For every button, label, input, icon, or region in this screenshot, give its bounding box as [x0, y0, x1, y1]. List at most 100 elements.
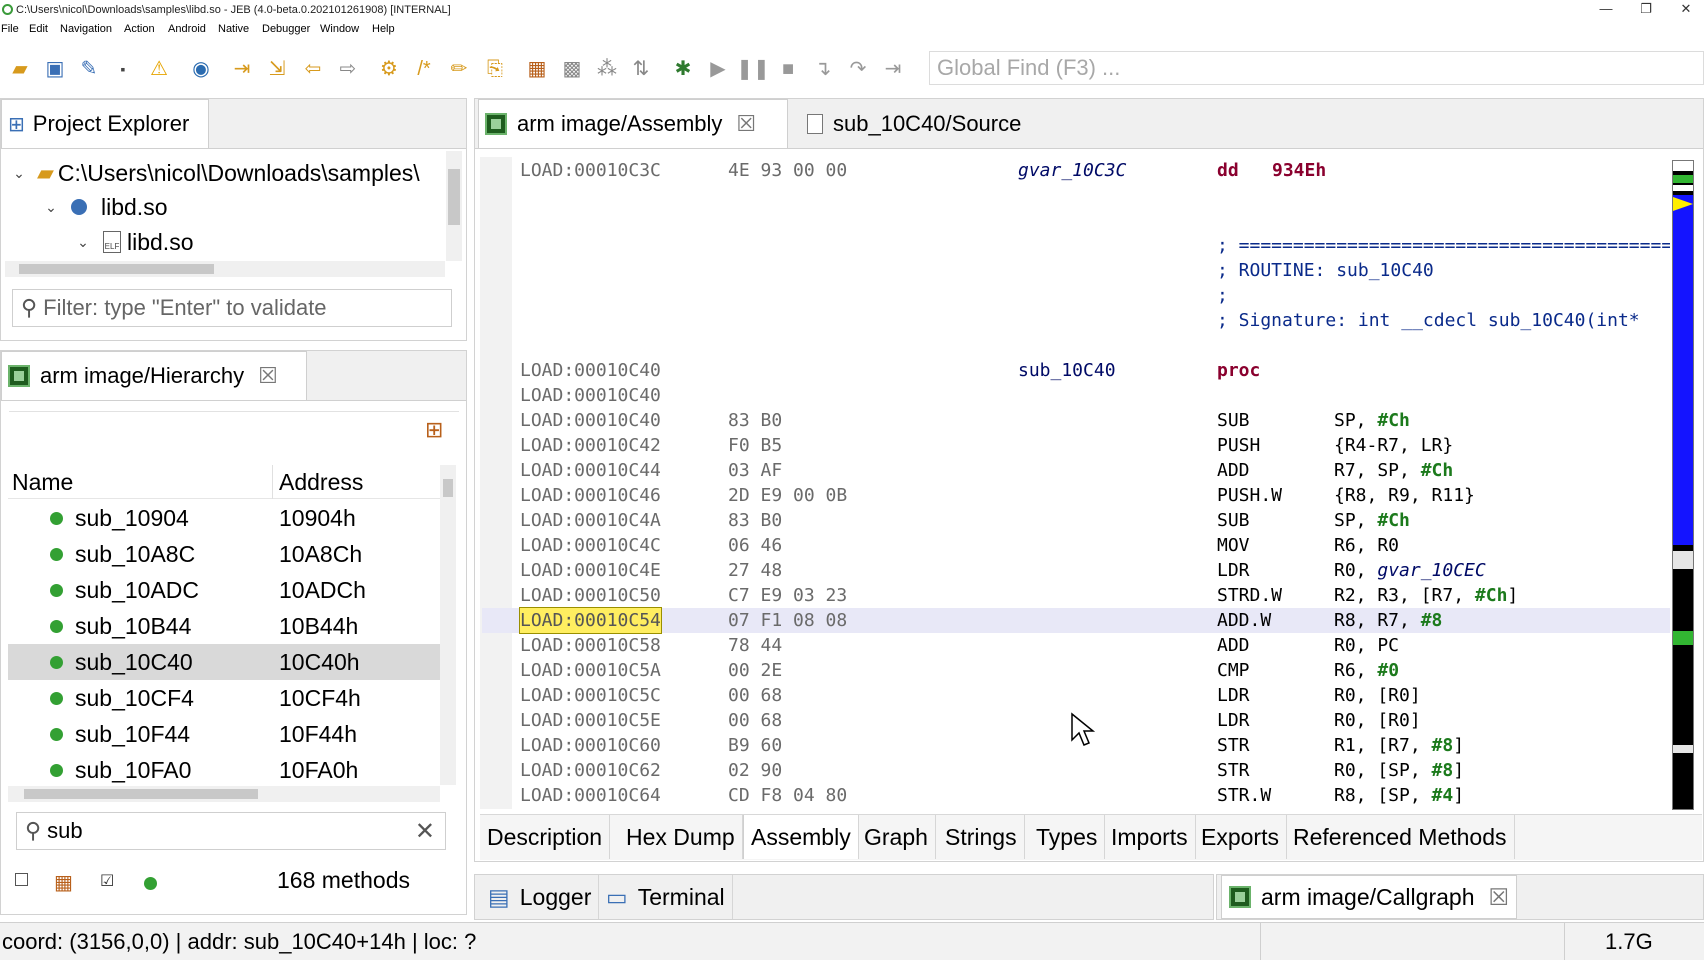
asm-line[interactable]: LOAD:00010C62 02 90 STR R0, [SP, #8] — [482, 758, 1670, 783]
menu-edit[interactable]: Edit — [29, 20, 48, 38]
asm-bytes[interactable]: CD F8 04 80 — [728, 783, 847, 808]
asm-mnemonic[interactable]: STR — [1217, 758, 1250, 783]
green-dot-filter-icon[interactable] — [144, 877, 157, 890]
asm-bytes[interactable]: 02 90 — [728, 758, 782, 783]
tree-item-libd-artifact[interactable]: ⌄ libd.so — [41, 191, 167, 223]
explorer-horizontal-scrollbar[interactable] — [5, 261, 445, 277]
explorer-filter-input[interactable]: ⚲ Filter: type "Enter" to validate — [12, 289, 452, 327]
decompile-icon[interactable]: ⎘ — [482, 56, 508, 82]
tab-arm-image-assembly[interactable]: arm image/Assembly ☒ — [478, 99, 788, 148]
table-row-selected[interactable]: sub_10C40 10C40h — [8, 644, 440, 680]
asm-line[interactable]: LOAD:00010C44 03 AF ADD R7, SP, #Ch — [482, 458, 1670, 483]
asm-address[interactable]: LOAD:00010C58 — [520, 633, 661, 658]
close-icon[interactable]: ☒ — [1488, 884, 1509, 911]
minimize-button[interactable]: — — [1586, 0, 1626, 20]
asm-address[interactable]: LOAD:00010C40 — [520, 383, 661, 408]
subtab-referenced-methods[interactable]: Referenced Methods — [1286, 815, 1515, 859]
asm-line[interactable]: LOAD:00010C40 — [482, 383, 1670, 408]
run-icon[interactable]: ▶ — [705, 56, 731, 82]
close-icon[interactable]: ☒ — [736, 111, 756, 137]
rename-pencil-icon[interactable]: ✏ — [446, 56, 472, 82]
chevron-down-icon[interactable]: ⌄ — [9, 165, 29, 182]
scroll-thumb[interactable] — [448, 169, 460, 225]
export-icon[interactable]: ▪ — [110, 56, 136, 82]
asm-operands[interactable]: {R4-R7, LR} — [1334, 433, 1453, 458]
asm-line[interactable] — [482, 183, 1670, 208]
asm-mnemonic[interactable]: SUB — [1217, 408, 1250, 433]
asm-mnemonic[interactable]: STR.W — [1217, 783, 1271, 808]
grid-icon[interactable]: ▦ — [524, 56, 550, 82]
asm-bytes[interactable]: 83 B0 — [728, 508, 782, 533]
asm-mnemonic[interactable]: STR — [1217, 733, 1250, 758]
asm-operands[interactable]: R7, SP, #Ch — [1334, 458, 1453, 483]
asm-operands[interactable]: R8, R7, #8 — [1334, 608, 1442, 633]
hierarchy-search-input[interactable]: ⚲ sub ✕ — [16, 812, 446, 850]
asm-line[interactable]: ; ROUTINE: sub_10C40 — [482, 258, 1670, 283]
chevron-down-icon[interactable]: ⌄ — [73, 234, 93, 251]
asm-mnemonic[interactable]: PUSH.W — [1217, 483, 1282, 508]
asm-bytes[interactable]: C7 E9 03 23 — [728, 583, 847, 608]
asm-mnemonic[interactable]: LDR — [1217, 683, 1250, 708]
table-row[interactable]: sub_10904 10904h — [8, 500, 440, 536]
grid-filter-icon[interactable]: ▦ — [54, 870, 73, 895]
subtab-exports[interactable]: Exports — [1194, 815, 1287, 859]
asm-address[interactable]: LOAD:00010C40 — [520, 358, 661, 383]
tab-terminal[interactable]: ▭ Terminal — [599, 875, 733, 919]
close-icon[interactable]: ☒ — [258, 363, 278, 389]
asm-operands[interactable]: R0, [R0] — [1334, 683, 1421, 708]
tree-item-project-path[interactable]: ⌄ ▰ C:\Users\nicol\Downloads\samples\ — [9, 157, 420, 189]
asm-label[interactable]: gvar_10C3C — [1018, 158, 1126, 183]
hierarchy-horizontal-scrollbar[interactable] — [8, 786, 440, 802]
asm-address[interactable]: LOAD:00010C62 — [520, 758, 661, 783]
column-header-address[interactable]: Address — [279, 469, 363, 496]
asm-line[interactable]: LOAD:00010C5A 00 2E CMP R6, #0 — [482, 658, 1670, 683]
asm-line[interactable] — [482, 208, 1670, 233]
menu-android[interactable]: Android — [168, 20, 206, 38]
step-out-icon[interactable]: ⇥ — [880, 56, 906, 82]
asm-mnemonic[interactable]: STRD.W — [1217, 583, 1282, 608]
asm-mnemonic[interactable]: LDR — [1217, 708, 1250, 733]
asm-operands[interactable]: R1, [R7, #8] — [1334, 733, 1464, 758]
nodes-icon[interactable]: ⁂ — [594, 56, 620, 82]
asm-operands[interactable]: R0, gvar_10CEC — [1334, 558, 1486, 583]
asm-mnemonic[interactable]: proc — [1217, 358, 1260, 383]
asm-mnemonic[interactable]: ADD.W — [1217, 608, 1271, 633]
menu-navigation[interactable]: Navigation — [60, 20, 112, 38]
tab-project-explorer[interactable]: ⊞ Project Explorer — [1, 99, 209, 148]
column-header-name[interactable]: Name — [12, 469, 73, 496]
close-window-button[interactable]: ✕ — [1666, 0, 1704, 20]
asm-bytes[interactable]: 83 B0 — [728, 408, 782, 433]
navigate-forward-icon[interactable]: ⇨ — [335, 56, 361, 82]
table-row[interactable]: sub_10A8C 10A8Ch — [8, 536, 440, 572]
menu-help[interactable]: Help — [372, 20, 395, 38]
asm-line[interactable]: LOAD:00010C54 07 F1 08 08 ADD.W R8, R7, #8 — [482, 607, 1670, 634]
asm-operands[interactable]: R0, PC — [1334, 633, 1399, 658]
save-icon[interactable]: ▣ — [42, 56, 68, 82]
overview-ruler[interactable] — [1672, 160, 1694, 810]
asm-operands[interactable]: R0, [SP, #8] — [1334, 758, 1464, 783]
subtab-description[interactable]: Description — [480, 815, 611, 859]
table-row[interactable]: sub_10FA0 10FA0h — [8, 752, 440, 784]
menu-native[interactable]: Native — [218, 20, 249, 38]
tab-logger[interactable]: ▤ Logger — [481, 875, 600, 919]
table-row[interactable]: sub_10ADC 10ADCh — [8, 572, 440, 608]
explorer-vertical-scrollbar[interactable] — [446, 151, 462, 261]
asm-label[interactable]: sub_10C40 — [1018, 358, 1116, 383]
asm-bytes[interactable]: 78 44 — [728, 633, 782, 658]
asm-address[interactable]: LOAD:00010C4E — [520, 558, 661, 583]
asm-mnemonic[interactable]: ADD — [1217, 458, 1250, 483]
asm-line[interactable]: LOAD:00010C64 CD F8 04 80 STR.W R8, [SP, #4… — [482, 783, 1670, 808]
asm-line[interactable]: LOAD:00010C46 2D E9 00 0B PUSH.W {R8, R9, R… — [482, 483, 1670, 508]
asm-line[interactable]: LOAD:00010C40 sub_10C40 proc — [482, 358, 1670, 383]
asm-line[interactable]: LOAD:00010C50 C7 E9 03 23 STRD.W R2, R3, [R… — [482, 583, 1670, 608]
asm-address[interactable]: LOAD:00010C42 — [520, 433, 661, 458]
asm-bytes[interactable]: 2D E9 00 0B — [728, 483, 847, 508]
asm-address[interactable]: LOAD:00010C5C — [520, 683, 661, 708]
asm-comment[interactable]: ; ROUTINE: sub_10C40 — [1217, 258, 1434, 283]
asm-operands[interactable]: R2, R3, [R7, #Ch] — [1334, 583, 1518, 608]
asm-mnemonic[interactable]: SUB — [1217, 508, 1250, 533]
table-row[interactable]: sub_10B44 10B44h — [8, 608, 440, 644]
debug-bug-icon[interactable]: ✱ — [670, 56, 696, 82]
menu-action[interactable]: Action — [124, 20, 155, 38]
global-find-input[interactable]: Global Find (F3) ... — [929, 51, 1704, 85]
